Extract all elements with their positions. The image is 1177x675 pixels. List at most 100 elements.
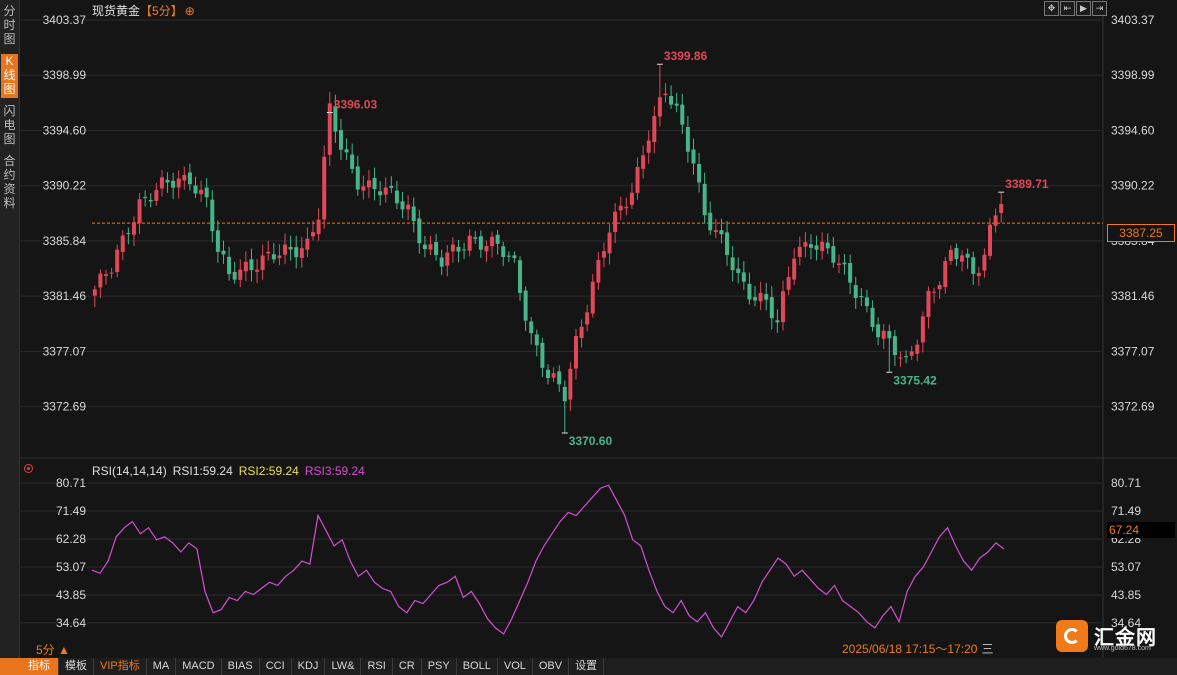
candle-body — [523, 290, 528, 321]
candle-body — [836, 263, 841, 266]
expand-icon[interactable]: ✥ — [1044, 1, 1059, 16]
tab-bias[interactable]: BIAS — [222, 658, 260, 675]
play-icon[interactable]: ▶ — [1076, 1, 1091, 16]
candle-body — [618, 205, 623, 211]
tab-boll[interactable]: BOLL — [457, 658, 498, 675]
candle-body — [227, 256, 232, 274]
tab-psy[interactable]: PSY — [422, 658, 457, 675]
tab-vol[interactable]: VOL — [498, 658, 533, 675]
candle-body — [691, 149, 696, 164]
candle-body — [417, 218, 422, 244]
candle-body — [780, 291, 785, 322]
add-compare-icon[interactable]: ⊕ — [185, 4, 195, 18]
tab-cci[interactable]: CCI — [260, 658, 292, 675]
extreme-label: 3370.60 — [569, 434, 613, 448]
indicator-toolbar: 指标 模板 VIP指标 MA MACD BIAS CCI KDJ LW& RSI… — [0, 658, 1177, 675]
tab-rsi[interactable]: RSI — [361, 658, 393, 675]
candle-body — [540, 342, 545, 368]
candle-body — [646, 140, 651, 153]
candle-body — [361, 186, 366, 191]
candle-body — [143, 196, 148, 198]
candle-body — [713, 230, 718, 233]
price-tick-left: 3377.07 — [43, 344, 87, 358]
candle-body — [876, 324, 881, 338]
candle-body — [372, 177, 377, 190]
candle-body — [909, 351, 914, 356]
price-tick-right: 3377.07 — [1111, 344, 1155, 358]
candle-body — [283, 244, 288, 255]
logo-icon — [1056, 620, 1088, 652]
candle-body — [579, 326, 584, 339]
bar-start-icon[interactable]: ⇤ — [1060, 1, 1075, 16]
candle-body — [803, 242, 808, 247]
candle-body — [965, 253, 970, 258]
candle-body — [993, 215, 998, 226]
candle-body — [859, 295, 864, 298]
candle-body — [814, 245, 819, 250]
candle-body — [747, 283, 752, 300]
candle-body — [529, 321, 534, 334]
extreme-label: 3375.42 — [893, 373, 937, 387]
extreme-label: 3399.86 — [664, 49, 708, 63]
candle-body — [669, 96, 674, 105]
candle-body — [350, 154, 355, 169]
tab-settings[interactable]: 设置 — [569, 658, 605, 675]
candle-body — [495, 234, 500, 244]
indicator-settings-icon[interactable] — [24, 464, 33, 473]
tab-lw[interactable]: LW& — [325, 658, 362, 675]
candle-body — [165, 179, 170, 183]
candle-body — [708, 212, 713, 231]
bar-end-icon[interactable]: ⇥ — [1092, 1, 1107, 16]
candle-body — [948, 249, 953, 261]
tab-vip-indicators[interactable]: VIP指标 — [94, 658, 147, 675]
tab-ma[interactable]: MA — [147, 658, 177, 675]
rsi-tick-right: 53.07 — [1111, 560, 1141, 574]
period-selector[interactable]: 5分 ▲ — [36, 641, 70, 658]
candle-body — [641, 155, 646, 169]
tab-indicators[interactable]: 指标 — [0, 658, 59, 675]
candle-body — [831, 246, 836, 263]
tab-macd[interactable]: MACD — [176, 658, 222, 675]
candle-body — [137, 199, 142, 224]
candlestick-series — [92, 64, 1004, 433]
candle-body — [915, 344, 920, 354]
rsi-tick-right: 71.49 — [1111, 504, 1141, 518]
candle-body — [456, 246, 461, 252]
chart-title: 现货黄金【5分】 ⊕ — [92, 2, 195, 19]
rsi-tick-left: 43.85 — [56, 588, 86, 602]
tab-template[interactable]: 模板 — [59, 658, 94, 675]
tab-cr[interactable]: CR — [393, 658, 422, 675]
candle-body — [769, 297, 774, 319]
candle-body — [853, 285, 858, 299]
rsi3-value: RSI3:59.24 — [304, 464, 365, 478]
candle-body — [624, 206, 629, 209]
candle-body — [428, 244, 433, 250]
candle-body — [999, 204, 1004, 213]
candle-body — [613, 211, 618, 232]
extreme-label: 3389.71 — [1005, 177, 1049, 191]
price-tick-left: 3390.22 — [43, 179, 87, 193]
tab-kdj[interactable]: KDJ — [292, 658, 326, 675]
candle-body — [870, 307, 875, 327]
candle-body — [590, 281, 595, 314]
candle-body — [299, 248, 304, 258]
tab-obv[interactable]: OBV — [533, 658, 570, 675]
candle-body — [109, 272, 114, 274]
candle-body — [126, 233, 131, 235]
candle-body — [473, 237, 478, 239]
time-range: 2025/06/18 17:15～17:20 三 — [842, 640, 993, 657]
candle-body — [383, 187, 388, 195]
rsi-axis: 80.71 80.7171.49 71.4962.28 62.2853.07 53.07… — [56, 476, 1141, 630]
candle-body — [887, 331, 892, 339]
candle-body — [607, 232, 612, 254]
period-label[interactable]: 【5分】 — [140, 4, 183, 18]
candle-body — [260, 255, 265, 271]
price-tick-left: 3385.84 — [43, 234, 87, 248]
current-price-badge: 3387.25 — [1107, 224, 1175, 242]
candle-body — [238, 269, 243, 280]
candle-body — [120, 235, 125, 252]
logo: 汇金网 www.gold678.com — [1056, 619, 1160, 655]
candle-body — [943, 261, 948, 288]
chart-canvas[interactable]: 3403.37 3403.37 3398.99 3398.99 3394.60 3394.… — [0, 0, 1177, 658]
rsi2-value: RSI2:59.24 — [238, 464, 299, 478]
